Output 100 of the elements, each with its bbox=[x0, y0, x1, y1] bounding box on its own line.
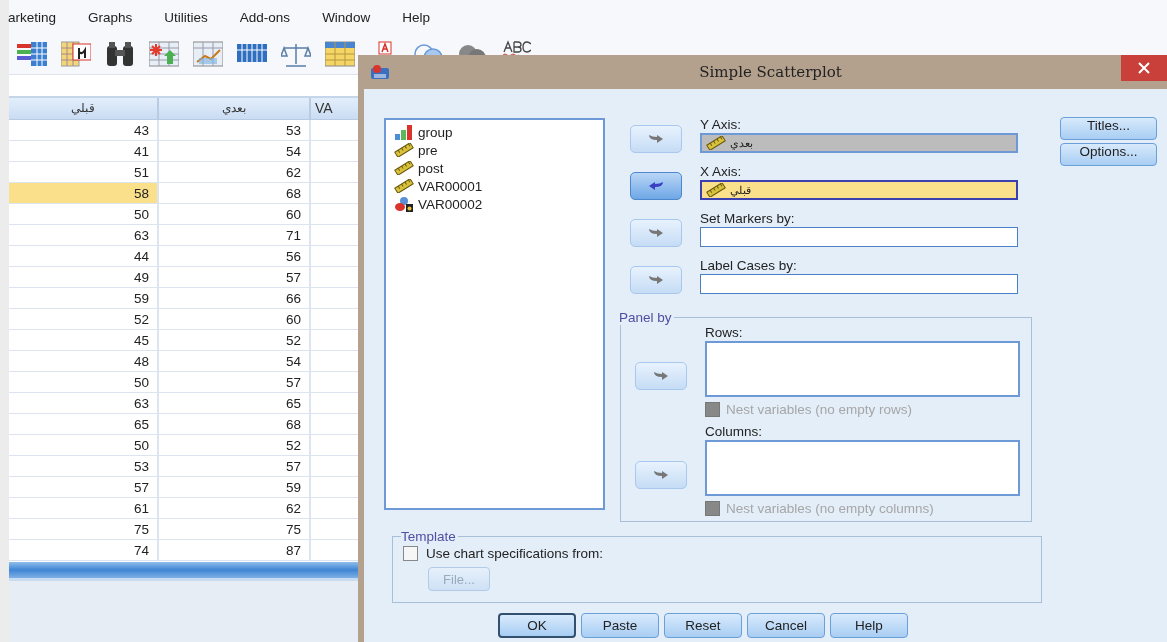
variable-field[interactable] bbox=[700, 274, 1018, 294]
table-cell[interactable]: 74 bbox=[9, 540, 159, 561]
table-cell[interactable]: 58 bbox=[9, 183, 159, 204]
menu-item[interactable]: Help bbox=[402, 9, 446, 25]
table-cell[interactable]: 51 bbox=[9, 162, 159, 183]
table-cell[interactable]: 60 bbox=[159, 204, 311, 225]
menu-item[interactable]: Window bbox=[322, 9, 387, 25]
arrow-button[interactable] bbox=[635, 461, 687, 489]
dialog-button[interactable]: Reset bbox=[664, 613, 742, 638]
variable-field[interactable]: قبلي bbox=[700, 180, 1018, 200]
arrow-right-icon bbox=[653, 371, 669, 381]
ruler-icon bbox=[706, 183, 726, 197]
dialog-button[interactable]: Options... bbox=[1060, 143, 1157, 166]
variable-list-field[interactable] bbox=[705, 341, 1020, 397]
table-cell[interactable]: 62 bbox=[159, 498, 311, 519]
menu-item[interactable]: Utilities bbox=[164, 9, 224, 25]
table-cell[interactable]: 57 bbox=[159, 456, 311, 477]
table-cell[interactable]: 68 bbox=[159, 414, 311, 435]
table-cell[interactable]: 63 bbox=[9, 225, 159, 246]
arrow-right-icon bbox=[648, 134, 664, 144]
table-cell[interactable]: 62 bbox=[159, 162, 311, 183]
ruler-icon bbox=[394, 179, 414, 193]
variable-list[interactable]: group pre post VAR00001 VAR00002 bbox=[384, 118, 605, 510]
table-cell[interactable]: 57 bbox=[159, 372, 311, 393]
table-cell[interactable]: 53 bbox=[159, 120, 311, 141]
table-cell[interactable]: 53 bbox=[9, 456, 159, 477]
arrow-button[interactable] bbox=[630, 125, 682, 153]
variable-item[interactable]: pre bbox=[394, 141, 595, 159]
menu-item[interactable]: Graphs bbox=[88, 9, 149, 25]
binoculars-icon[interactable] bbox=[105, 40, 135, 68]
scatter-app-icon bbox=[370, 64, 390, 80]
variable-item[interactable]: VAR00002 bbox=[394, 195, 595, 213]
table-cell[interactable]: 57 bbox=[159, 267, 311, 288]
variable-item[interactable]: group bbox=[394, 123, 595, 141]
variable-field[interactable]: بعدي bbox=[700, 133, 1018, 153]
checkbox-label: Use chart specifications from: bbox=[426, 546, 604, 561]
table-cell[interactable]: 52 bbox=[9, 309, 159, 330]
table-cell[interactable]: 52 bbox=[159, 435, 311, 456]
field-label: X Axis: bbox=[700, 164, 743, 180]
dialog-button[interactable]: Titles... bbox=[1060, 117, 1157, 140]
checkbox-label: Nest variables (no empty rows) bbox=[726, 401, 913, 417]
close-button[interactable] bbox=[1121, 55, 1167, 81]
dialog-button[interactable]: Cancel bbox=[747, 613, 825, 638]
column-header[interactable]: بعدي bbox=[159, 98, 311, 120]
table-cell[interactable]: 52 bbox=[159, 330, 311, 351]
shapes-icon bbox=[394, 196, 414, 212]
arrow-button[interactable] bbox=[630, 172, 682, 200]
table-cell[interactable]: 71 bbox=[159, 225, 311, 246]
table-cell[interactable]: 63 bbox=[9, 393, 159, 414]
group-title: Panel by bbox=[619, 310, 673, 325]
group-title: Template bbox=[401, 529, 457, 544]
list-icon[interactable] bbox=[17, 40, 47, 68]
table-cell[interactable]: 48 bbox=[9, 351, 159, 372]
table-cell[interactable]: 54 bbox=[159, 351, 311, 372]
table-icon[interactable] bbox=[61, 40, 91, 68]
table-cell[interactable]: 54 bbox=[159, 141, 311, 162]
table-cell[interactable]: 43 bbox=[9, 120, 159, 141]
dialog-button[interactable]: Paste bbox=[581, 613, 659, 638]
variable-item[interactable]: VAR00001 bbox=[394, 177, 595, 195]
arrow-left-icon bbox=[648, 181, 664, 191]
arrow-button[interactable] bbox=[630, 219, 682, 247]
table-cell[interactable]: 60 bbox=[159, 309, 311, 330]
table-cell[interactable]: 61 bbox=[9, 498, 159, 519]
checkbox[interactable] bbox=[403, 546, 418, 561]
table-cell[interactable]: 45 bbox=[9, 330, 159, 351]
arrow-button[interactable] bbox=[635, 362, 687, 390]
field-label: Y Axis: bbox=[700, 117, 743, 133]
checkbox-label: Nest variables (no empty columns) bbox=[726, 500, 934, 516]
arrow-button[interactable] bbox=[630, 266, 682, 294]
table-cell[interactable]: 65 bbox=[9, 414, 159, 435]
menu-item[interactable]: Add-ons bbox=[239, 9, 307, 25]
menu-item[interactable]: arketing bbox=[8, 9, 73, 25]
table-cell[interactable]: 66 bbox=[159, 288, 311, 309]
table-cell[interactable]: 41 bbox=[9, 141, 159, 162]
table-cell[interactable]: 57 bbox=[9, 477, 159, 498]
table-cell[interactable]: 75 bbox=[9, 519, 159, 540]
variable-list-field[interactable] bbox=[705, 440, 1020, 496]
table-cell[interactable]: 56 bbox=[159, 246, 311, 267]
table-cell[interactable]: 87 bbox=[159, 540, 311, 561]
arrow-right-icon bbox=[648, 275, 664, 285]
table-cell[interactable]: 68 bbox=[159, 183, 311, 204]
dialog-button[interactable]: OK bbox=[498, 613, 576, 638]
chart-icon[interactable] bbox=[193, 40, 223, 68]
table-cell[interactable]: 50 bbox=[9, 372, 159, 393]
variable-item[interactable]: post bbox=[394, 159, 595, 177]
table-cell[interactable]: 59 bbox=[159, 477, 311, 498]
column-header[interactable]: قبلي bbox=[9, 98, 159, 120]
field-label: Rows: bbox=[705, 325, 744, 341]
table-cell[interactable]: 50 bbox=[9, 435, 159, 456]
table-cell[interactable]: 75 bbox=[159, 519, 311, 540]
table-cell[interactable]: 44 bbox=[9, 246, 159, 267]
variable-field[interactable] bbox=[700, 227, 1018, 247]
table-cell[interactable]: 49 bbox=[9, 267, 159, 288]
table-cell[interactable]: 59 bbox=[9, 288, 159, 309]
table-cell[interactable]: 50 bbox=[9, 204, 159, 225]
close-icon bbox=[1138, 62, 1150, 74]
dialog-button[interactable]: Help bbox=[830, 613, 908, 638]
ruler-icon bbox=[394, 143, 414, 157]
window-title: Simple Scatterplot bbox=[698, 63, 843, 81]
table-cell[interactable]: 65 bbox=[159, 393, 311, 414]
